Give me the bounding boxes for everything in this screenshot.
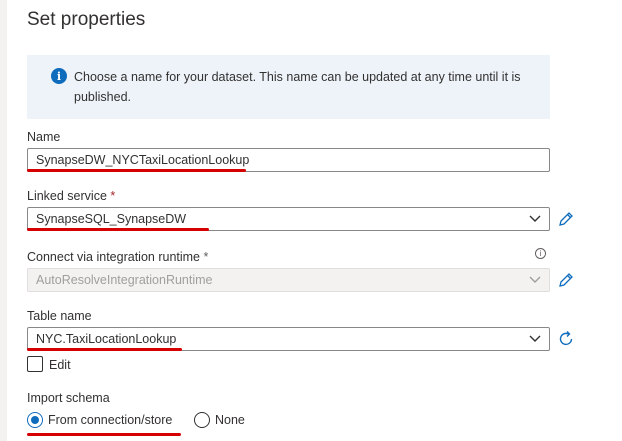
panel-title: Set properties <box>27 9 146 30</box>
table-name-label: Table name <box>27 309 92 323</box>
table-name-value: NYC.TaxiLocationLookup <box>36 332 177 346</box>
annotation-underline <box>27 348 182 351</box>
left-panel-edge <box>0 0 7 441</box>
integration-runtime-label-text: Connect via integration runtime <box>27 250 201 264</box>
info-circle-icon[interactable]: i <box>535 248 546 259</box>
integration-runtime-value: AutoResolveIntegrationRuntime <box>36 273 213 287</box>
import-schema-label: Import schema <box>27 391 110 405</box>
required-mark: * <box>110 189 116 203</box>
required-mark: * <box>203 250 209 264</box>
radio-label-from-connection-store: From connection/store <box>48 413 173 427</box>
chevron-down-icon <box>529 276 541 283</box>
linked-service-label-text: Linked service <box>27 189 107 203</box>
annotation-underline <box>27 228 209 231</box>
integration-runtime-dropdown: AutoResolveIntegrationRuntime <box>27 268 550 292</box>
integration-runtime-label: Connect via integration runtime * <box>27 250 208 264</box>
info-message: Choose a name for your dataset. This nam… <box>74 70 521 104</box>
name-label: Name <box>27 130 61 144</box>
edit-checkbox[interactable] <box>27 356 43 372</box>
chevron-down-icon <box>529 215 541 222</box>
pencil-icon[interactable] <box>557 210 575 228</box>
radio-label-none: None <box>215 413 245 427</box>
radio-from-connection-store[interactable] <box>27 412 43 428</box>
linked-service-value: SynapseSQL_SynapseDW <box>36 212 187 226</box>
radio-none[interactable] <box>194 412 210 428</box>
linked-service-label: Linked service * <box>27 189 115 203</box>
info-banner: i Choose a name for your dataset. This n… <box>27 55 550 119</box>
refresh-icon[interactable] <box>557 330 575 348</box>
name-input-value: SynapseDW_NYCTaxiLocationLookup <box>36 153 250 167</box>
edit-checkbox-label: Edit <box>49 358 71 372</box>
pencil-icon[interactable] <box>557 271 575 289</box>
chevron-down-icon <box>529 335 541 342</box>
annotation-underline <box>27 433 181 436</box>
annotation-underline <box>27 169 246 172</box>
info-icon: i <box>51 68 67 84</box>
